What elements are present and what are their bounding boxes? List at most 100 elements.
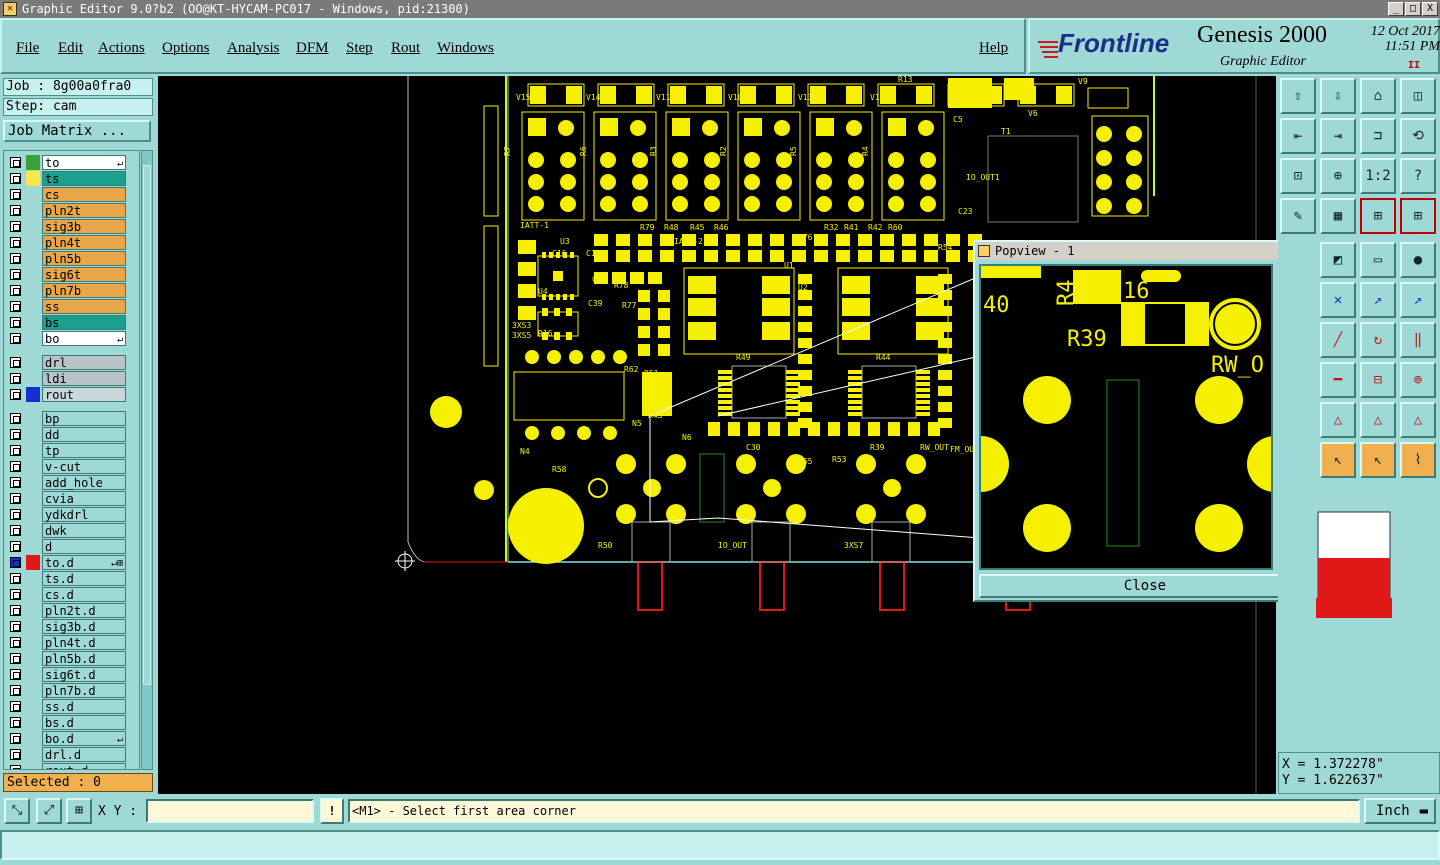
layer-name[interactable]: ydkdrl (42, 507, 126, 522)
layer-color-swatch[interactable] (26, 155, 40, 170)
overview-map[interactable] (1316, 510, 1392, 622)
layer-color-swatch[interactable] (26, 523, 40, 538)
layer-checkbox[interactable] (10, 717, 21, 728)
layer-row-pln2t[interactable]: pln2t (8, 203, 126, 218)
layer-checkbox[interactable] (10, 445, 21, 456)
home-icon[interactable]: ⌂ (1360, 78, 1396, 114)
layer-row-bs[interactable]: bs (8, 315, 126, 330)
layer-checkbox[interactable] (10, 541, 21, 552)
layer-row-sig3b.d[interactable]: sig3b.d (8, 619, 126, 634)
layer-color-swatch[interactable] (26, 235, 40, 250)
layer-checkbox[interactable] (10, 525, 21, 536)
layer-name[interactable]: pln2t.d (42, 603, 126, 618)
layer-color-swatch[interactable] (26, 587, 40, 602)
layer-row-ss[interactable]: ss (8, 299, 126, 314)
layer-name[interactable]: pln7b (42, 283, 126, 298)
move-down-icon[interactable]: ⇩ (1320, 78, 1356, 114)
layer-name[interactable]: ss (42, 299, 126, 314)
layer-row-bs.d[interactable]: bs.d (8, 715, 126, 730)
layer-color-swatch[interactable] (26, 699, 40, 714)
layer-name[interactable]: cvia (42, 491, 126, 506)
layer-row-bo.d[interactable]: bo.d ↵ (8, 731, 126, 746)
layer-checkbox[interactable] (10, 477, 21, 488)
layer-color-swatch[interactable] (26, 491, 40, 506)
layer-checkbox[interactable] (10, 637, 21, 648)
layer-scrollbar[interactable] (141, 150, 153, 770)
layer-name[interactable]: rout.d (42, 763, 126, 769)
layer-name[interactable]: cs.d (42, 587, 126, 602)
layer-name[interactable]: tp (42, 443, 126, 458)
layer-name[interactable]: ts.d (42, 571, 126, 586)
layer-name[interactable]: add_hole (42, 475, 126, 490)
layer-name[interactable]: bo.d ↵ (42, 731, 126, 746)
pointer-icon[interactable]: ↖ (1320, 442, 1356, 478)
close-window-button[interactable]: X (1422, 2, 1438, 16)
layer-name[interactable]: to.d ↵⊞ (42, 555, 126, 570)
layer-color-swatch[interactable] (26, 371, 40, 386)
zoom-corner-icon[interactable]: ⤡ (4, 798, 30, 824)
layers-icon[interactable]: ⊞ (1360, 198, 1396, 234)
grid-icon[interactable]: ▦ (1320, 198, 1356, 234)
peak3-icon[interactable]: △ (1400, 402, 1436, 438)
cross-icon[interactable]: ✕ (1320, 282, 1356, 318)
panel-icon[interactable]: ◫ (1400, 78, 1436, 114)
layer-row-sig3b[interactable]: sig3b (8, 219, 126, 234)
menu-help[interactable]: Help (979, 40, 1008, 57)
layer-name[interactable]: rout (42, 387, 126, 402)
minimize-button[interactable]: _ (1388, 2, 1404, 16)
layer-name[interactable]: ldi (42, 371, 126, 386)
arc-icon[interactable]: ↻ (1360, 322, 1396, 358)
layer-row-dd[interactable]: dd (8, 427, 126, 442)
layer-checkbox[interactable] (10, 749, 21, 760)
layer-color-swatch[interactable] (26, 715, 40, 730)
menu-actions[interactable]: Actions (98, 40, 145, 57)
fit-icon[interactable]: ⊡ (1280, 158, 1316, 194)
layer-color-swatch[interactable] (26, 203, 40, 218)
layer-name[interactable]: bo ↵ (42, 331, 126, 346)
layer-row-sig6t.d[interactable]: sig6t.d (8, 667, 126, 682)
layer-checkbox[interactable] (10, 685, 21, 696)
layer-color-swatch[interactable] (26, 571, 40, 586)
layer-name[interactable]: to ↵ (42, 155, 126, 170)
layer-row-v-cut[interactable]: v-cut (8, 459, 126, 474)
job-matrix-button[interactable]: Job Matrix ... (3, 120, 151, 142)
layer-checkbox[interactable] (10, 205, 21, 216)
menu-edit[interactable]: Edit (58, 40, 83, 57)
layer-checkbox[interactable] (10, 237, 21, 248)
layer-color-swatch[interactable] (26, 283, 40, 298)
layers-active-icon[interactable]: ⊞ (1400, 198, 1436, 234)
layer-checkbox[interactable] (10, 605, 21, 616)
menu-windows[interactable]: Windows (437, 40, 494, 57)
layer-color-swatch[interactable] (26, 475, 40, 490)
measure-icon[interactable]: ⊟ (1360, 362, 1396, 398)
menu-file[interactable]: File (16, 40, 39, 57)
layer-row-pln7b[interactable]: pln7b (8, 283, 126, 298)
layer-name[interactable]: sig3b.d (42, 619, 126, 634)
peak2-icon[interactable]: △ (1360, 402, 1396, 438)
menu-options[interactable]: Options (162, 40, 210, 57)
zoom-box-icon[interactable]: ◩ (1320, 242, 1356, 278)
pointer2-icon[interactable]: ↖ (1360, 442, 1396, 478)
layer-row-rout.d[interactable]: rout.d (8, 763, 126, 769)
popview-window[interactable]: Popview - 1 ✕ 40 R4 (973, 240, 1315, 602)
layer-checkbox[interactable] (10, 573, 21, 584)
minus-icon[interactable]: ━ (1320, 362, 1356, 398)
layer-row-pln4t[interactable]: pln4t (8, 235, 126, 250)
layer-color-swatch[interactable] (26, 539, 40, 554)
layer-color-swatch[interactable] (26, 763, 40, 769)
layer-name[interactable]: sig6t.d (42, 667, 126, 682)
layer-color-swatch[interactable] (26, 555, 40, 570)
layer-row-to[interactable]: to ↵ (8, 155, 126, 170)
layer-color-swatch[interactable] (26, 427, 40, 442)
layer-checkbox[interactable] (10, 669, 21, 680)
layer-row-d[interactable]: d (8, 539, 126, 554)
layer-checkbox[interactable] (10, 173, 21, 184)
layer-color-swatch[interactable] (26, 299, 40, 314)
layer-checkbox[interactable] (10, 285, 21, 296)
layer-row-pln5b.d[interactable]: pln5b.d (8, 651, 126, 666)
layer-checkbox[interactable] (10, 157, 21, 168)
units-select[interactable]: Inch ▬ (1364, 798, 1436, 824)
layer-checkbox[interactable] (10, 461, 21, 472)
layer-name[interactable]: pln5b (42, 251, 126, 266)
layer-name[interactable]: drl.d (42, 747, 126, 762)
